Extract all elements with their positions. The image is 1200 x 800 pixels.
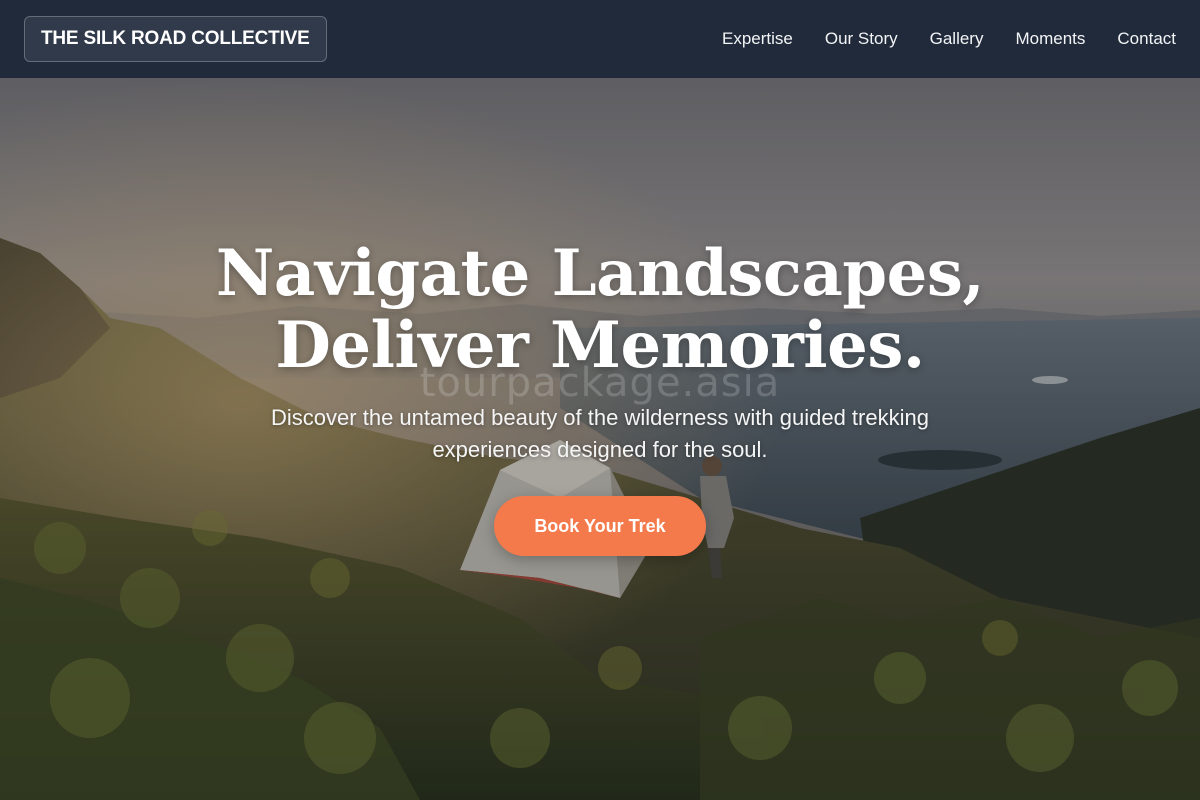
nav-link-moments[interactable]: Moments <box>1015 29 1085 49</box>
hero-subtext: Discover the untamed beauty of the wilde… <box>271 405 929 462</box>
headline-line-1: Navigate Landscapes, <box>215 236 985 311</box>
hero-section: tourpackage.asia Navigate Landscapes, De… <box>0 78 1200 800</box>
book-trek-button[interactable]: Book Your Trek <box>494 496 706 556</box>
nav-link-gallery[interactable]: Gallery <box>930 29 984 49</box>
nav-link-expertise[interactable]: Expertise <box>722 29 793 49</box>
nav-link-our-story[interactable]: Our Story <box>825 29 898 49</box>
hero-headline: Navigate Landscapes, Deliver Memories. <box>0 238 1200 382</box>
hero-content: Navigate Landscapes, Deliver Memories. D… <box>0 238 1200 556</box>
main-nav: Expertise Our Story Gallery Moments Cont… <box>722 29 1176 49</box>
brand-logo[interactable]: THE SILK ROAD COLLECTIVE <box>24 16 327 62</box>
nav-link-contact[interactable]: Contact <box>1117 29 1176 49</box>
site-header: THE SILK ROAD COLLECTIVE Expertise Our S… <box>0 0 1200 78</box>
headline-line-2: Deliver Memories. <box>275 308 925 383</box>
